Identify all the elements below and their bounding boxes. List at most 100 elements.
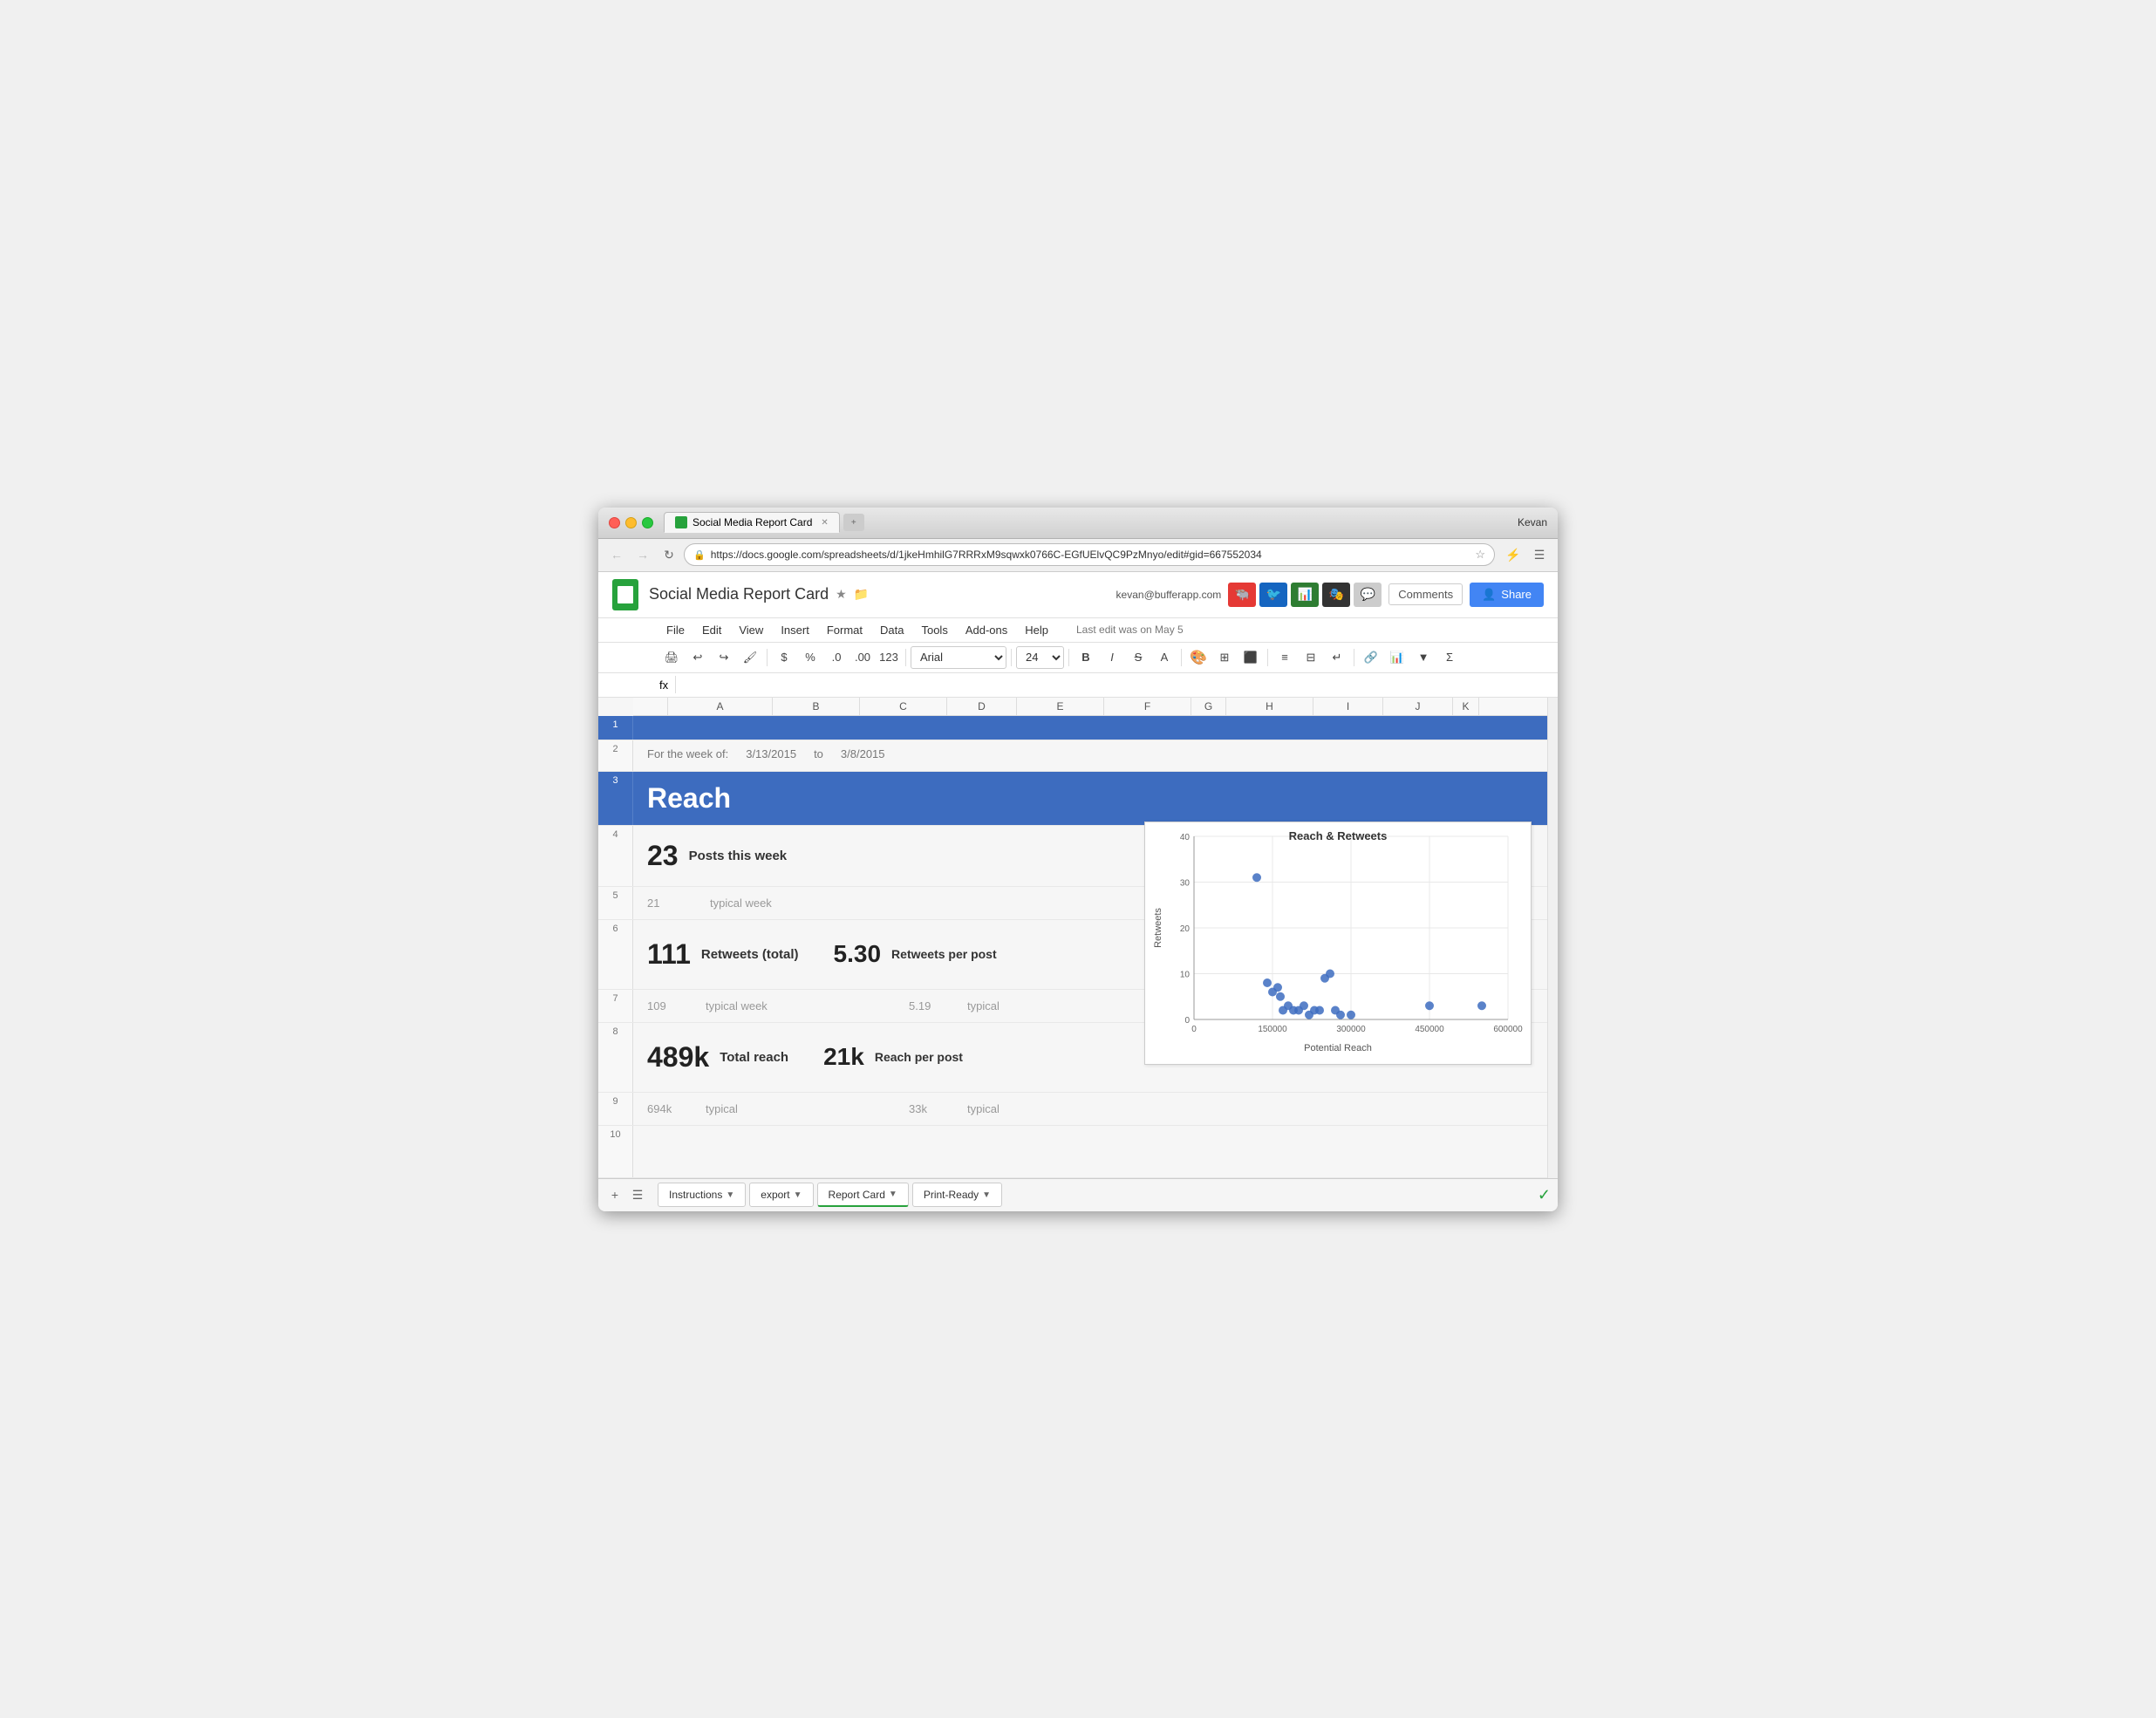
- svg-text:300000: 300000: [1336, 1025, 1366, 1034]
- toolbar-icons: 🐃 🐦 📊 🎭 💬: [1228, 583, 1382, 607]
- menu-addons[interactable]: Add-ons: [959, 620, 1014, 640]
- sheet-tab-print-ready[interactable]: Print-Ready▼: [912, 1183, 1002, 1207]
- col-header-i[interactable]: I: [1313, 698, 1383, 715]
- print-button[interactable]: 🖨: [659, 646, 684, 669]
- col-header-h[interactable]: H: [1226, 698, 1313, 715]
- bookmark-icon[interactable]: ☆: [1475, 548, 1485, 562]
- share-button[interactable]: 👤 Share: [1470, 583, 1544, 607]
- forward-button[interactable]: →: [631, 543, 654, 566]
- col-header-g[interactable]: G: [1191, 698, 1226, 715]
- sheet-tab-arrow: ▼: [794, 1190, 802, 1200]
- merge-button[interactable]: ⬛: [1238, 646, 1263, 669]
- row-3[interactable]: 3 Reach: [598, 772, 1547, 826]
- number-format-button[interactable]: 123: [877, 646, 901, 669]
- sheet-tab-instructions[interactable]: Instructions▼: [658, 1183, 746, 1207]
- italic-button[interactable]: I: [1100, 646, 1124, 669]
- tab-close-icon[interactable]: ✕: [821, 518, 828, 528]
- folder-icon[interactable]: 📁: [854, 587, 869, 602]
- svg-text:30: 30: [1180, 878, 1191, 888]
- row-num-7: 7: [598, 990, 633, 1022]
- menu-file[interactable]: File: [659, 620, 692, 640]
- share-icon: 👤: [1482, 588, 1496, 602]
- back-button[interactable]: ←: [605, 543, 628, 566]
- total-reach-label: Total reach: [720, 1050, 788, 1065]
- maximize-button[interactable]: [642, 517, 653, 528]
- add-sheet-button[interactable]: +: [605, 1185, 624, 1204]
- decimal-decrease-button[interactable]: .0: [824, 646, 849, 669]
- row-1-content: [633, 716, 1547, 740]
- doc-title[interactable]: Social Media Report Card: [649, 585, 829, 603]
- menu-data[interactable]: Data: [873, 620, 911, 640]
- col-header-e[interactable]: E: [1017, 698, 1104, 715]
- week-label: For the week of:: [647, 747, 728, 760]
- buffer-icon-2[interactable]: 🐦: [1259, 583, 1287, 607]
- reload-button[interactable]: ↻: [658, 543, 680, 566]
- sheet-tab-label: Instructions: [669, 1189, 722, 1201]
- menu-tools[interactable]: Tools: [914, 620, 954, 640]
- close-button[interactable]: [609, 517, 620, 528]
- functions-button[interactable]: Σ: [1437, 646, 1462, 669]
- menu-view[interactable]: View: [732, 620, 770, 640]
- menu-help[interactable]: Help: [1018, 620, 1055, 640]
- menu-button[interactable]: ☰: [1528, 543, 1551, 566]
- borders-button[interactable]: ⊞: [1212, 646, 1237, 669]
- col-header-b[interactable]: B: [773, 698, 860, 715]
- fill-color-button[interactable]: 🎨: [1186, 646, 1211, 669]
- sheet-list-button[interactable]: ☰: [628, 1185, 647, 1204]
- buffer-icon-1[interactable]: 🐃: [1228, 583, 1256, 607]
- total-reach-typical-num: 694k: [647, 1102, 695, 1115]
- paint-format-button[interactable]: 🖌: [738, 646, 762, 669]
- new-tab-button[interactable]: +: [843, 514, 864, 531]
- minimize-button[interactable]: [625, 517, 637, 528]
- total-reach-typical-label: typical: [706, 1102, 738, 1115]
- sheet-tab-export[interactable]: export▼: [749, 1183, 813, 1207]
- row-10[interactable]: 10: [598, 1126, 1547, 1178]
- col-header-d[interactable]: D: [947, 698, 1017, 715]
- buffer-icon-4[interactable]: 🎭: [1322, 583, 1350, 607]
- strikethrough-button[interactable]: S: [1126, 646, 1150, 669]
- insert-link-button[interactable]: 🔗: [1359, 646, 1383, 669]
- menu-edit[interactable]: Edit: [695, 620, 728, 640]
- active-tab[interactable]: Social Media Report Card ✕: [664, 512, 840, 533]
- col-header-f[interactable]: F: [1104, 698, 1191, 715]
- column-headers: A B C D E F G H I J K: [633, 698, 1547, 716]
- posts-typical-num: 21: [647, 896, 699, 910]
- buffer-icon-3[interactable]: 📊: [1291, 583, 1319, 607]
- row-1[interactable]: 1: [598, 716, 1547, 740]
- text-color-button[interactable]: A: [1152, 646, 1177, 669]
- align-left-button[interactable]: ≡: [1272, 646, 1297, 669]
- font-size-select[interactable]: 24: [1016, 646, 1064, 669]
- row-2-content: For the week of: 3/13/2015 to 3/8/2015: [633, 740, 1547, 771]
- col-header-j[interactable]: J: [1383, 698, 1453, 715]
- total-reach-typical: 694k typical: [647, 1102, 804, 1115]
- sheet-tab-report-card[interactable]: Report Card▼: [817, 1183, 909, 1207]
- col-header-k[interactable]: K: [1453, 698, 1479, 715]
- share-label: Share: [1501, 588, 1532, 601]
- comment-bubble-icon[interactable]: 💬: [1354, 583, 1382, 607]
- menu-insert[interactable]: Insert: [774, 620, 816, 640]
- decimal-increase-button[interactable]: .00: [850, 646, 875, 669]
- col-header-a[interactable]: A: [668, 698, 773, 715]
- font-select[interactable]: Arial: [911, 646, 1006, 669]
- percent-button[interactable]: %: [798, 646, 822, 669]
- insert-chart-button[interactable]: 📊: [1385, 646, 1409, 669]
- address-bar[interactable]: 🔒 https://docs.google.com/spreadsheets/d…: [684, 543, 1495, 566]
- row-9[interactable]: 9 694k typical 33k typical: [598, 1093, 1547, 1126]
- formula-label: fx: [659, 678, 668, 692]
- redo-button[interactable]: ↪: [712, 646, 736, 669]
- rp-post-number: 21k: [823, 1043, 864, 1071]
- dollar-button[interactable]: $: [772, 646, 796, 669]
- menu-format[interactable]: Format: [820, 620, 870, 640]
- formula-input[interactable]: [683, 678, 1551, 692]
- undo-button[interactable]: ↩: [686, 646, 710, 669]
- insert-filter-button[interactable]: ▼: [1411, 646, 1436, 669]
- star-icon[interactable]: ★: [836, 587, 847, 602]
- wrap-button[interactable]: ↵: [1325, 646, 1349, 669]
- bold-button[interactable]: B: [1074, 646, 1098, 669]
- align-center-button[interactable]: ⊟: [1299, 646, 1323, 669]
- comments-button[interactable]: Comments: [1388, 583, 1463, 605]
- col-header-c[interactable]: C: [860, 698, 947, 715]
- vertical-scrollbar[interactable]: [1547, 698, 1558, 1178]
- row-2[interactable]: 2 For the week of: 3/13/2015 to 3/8/2015: [598, 740, 1547, 772]
- extensions-button[interactable]: ⚡: [1502, 543, 1525, 566]
